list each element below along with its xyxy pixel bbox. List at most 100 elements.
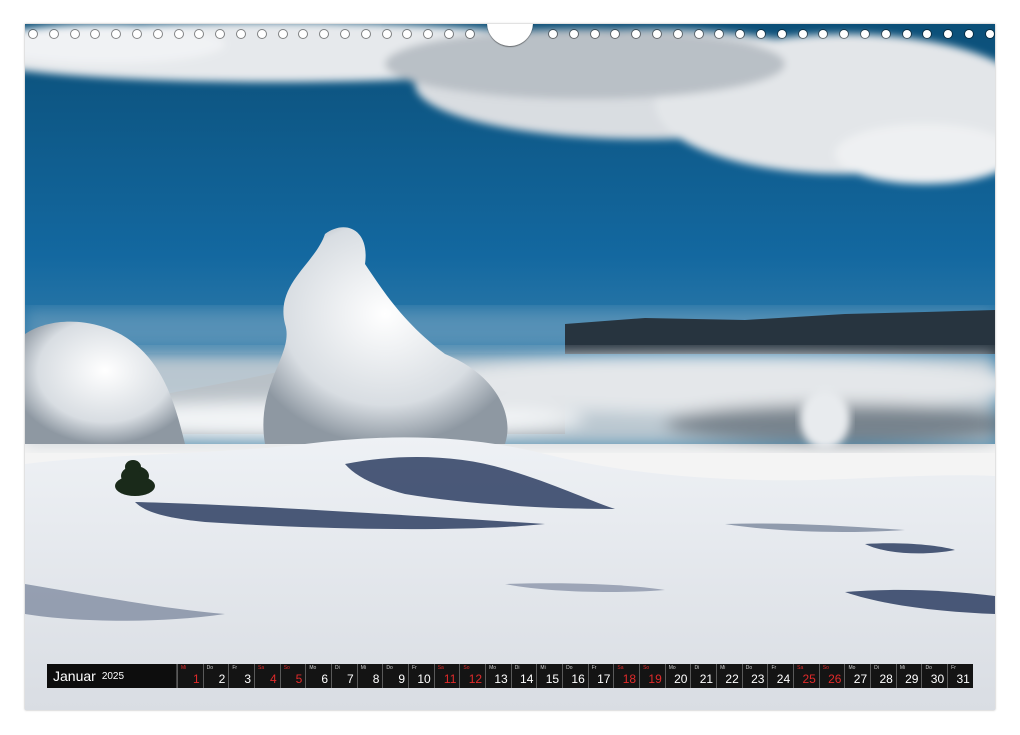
binding-ring: [341, 30, 349, 38]
day-number: 27: [853, 672, 868, 686]
day-cell: Sa 4: [254, 664, 280, 688]
weekday-label: Mi: [720, 665, 726, 671]
day-number: 8: [372, 672, 380, 686]
day-cell: Fr 24: [767, 664, 794, 688]
weekday-label: Mi: [899, 665, 906, 671]
weekday-label: Do: [925, 665, 932, 671]
day-cell: Fr 3: [228, 664, 255, 688]
binding-ring: [112, 30, 121, 38]
winter-landscape-photo: [25, 24, 995, 710]
day-number: 26: [828, 672, 842, 686]
weekday-label: So: [463, 665, 470, 671]
day-cell: So 19: [639, 664, 665, 688]
day-cell: Mi 8: [356, 664, 383, 688]
day-cell: Mi 15: [536, 664, 563, 688]
weekday-label: Fr: [412, 665, 417, 671]
day-cell: Do 23: [741, 664, 768, 688]
day-cell: Di 21: [690, 664, 717, 688]
day-number: 15: [545, 672, 560, 686]
day-cell: So 26: [818, 664, 845, 688]
binding-ring: [424, 30, 433, 38]
weekday-label: Sa: [797, 665, 804, 671]
day-number: 4: [270, 672, 277, 686]
binding-ring: [216, 30, 225, 38]
weekday-label: Fr: [232, 665, 238, 671]
day-number: 7: [347, 672, 354, 686]
day-number: 25: [802, 672, 816, 686]
binding-ring: [819, 30, 828, 38]
day-cell: Mo 20: [664, 664, 691, 688]
binding-ring: [715, 30, 724, 38]
weekday-label: So: [643, 665, 650, 671]
weekday-label: Do: [745, 665, 753, 671]
day-number: 9: [398, 672, 406, 686]
binding-ring: [757, 30, 765, 38]
binding-ring: [840, 30, 849, 38]
day-number: 24: [776, 672, 791, 686]
binding-ring: [403, 30, 412, 38]
binding-ring: [611, 30, 620, 38]
day-cell: So 5: [279, 664, 306, 688]
day-number: 11: [443, 672, 457, 686]
day-number: 16: [571, 672, 585, 686]
binding-ring: [445, 30, 453, 38]
day-cell: So 12: [459, 664, 486, 688]
day-cell: Mo 13: [485, 664, 511, 688]
day-cell: Mi 1: [177, 664, 203, 688]
day-number: 14: [520, 672, 534, 686]
weekday-label: Di: [335, 665, 340, 671]
weekday-label: So: [283, 665, 290, 671]
day-cell: Mi 29: [895, 664, 922, 688]
binding-ring: [549, 30, 557, 38]
day-number: 12: [468, 672, 483, 686]
day-number: 23: [751, 672, 765, 686]
weekday-label: Mo: [489, 665, 497, 671]
weekday-label: Fr: [591, 665, 597, 671]
weekday-label: Fr: [771, 665, 777, 671]
day-cell: Do 30: [921, 664, 948, 688]
day-cell: Fr 10: [408, 664, 434, 688]
day-cell: Di 28: [870, 664, 896, 688]
binding-ring: [777, 30, 786, 38]
day-number: 18: [622, 672, 637, 686]
day-number: 3: [244, 672, 252, 686]
binding-ring: [985, 30, 994, 38]
day-cell: Fr 17: [587, 664, 614, 688]
day-number: 10: [417, 672, 431, 686]
weekday-label: Mo: [848, 665, 856, 671]
binding-ring: [70, 30, 79, 38]
binding-ring: [944, 30, 953, 38]
weekday-label: Mi: [360, 665, 366, 671]
binding-ring: [861, 30, 869, 38]
day-number: 20: [674, 672, 688, 686]
month-name: Januar: [53, 668, 96, 684]
weekday-label: Do: [566, 665, 573, 671]
binding-ring: [923, 30, 932, 38]
binding-ring: [881, 30, 890, 38]
binding-ring: [49, 30, 58, 38]
binding-ring: [382, 30, 391, 38]
binding-ring: [237, 30, 245, 38]
binding-ring: [299, 30, 308, 38]
weekday-label: Mi: [540, 665, 546, 671]
binding-ring: [278, 30, 287, 38]
weekday-label: Sa: [258, 665, 265, 671]
day-cell: Sa 18: [613, 664, 640, 688]
day-number: 21: [699, 672, 714, 686]
calendar-strip: Januar 2025 Mi 1 Do 2 Fr 3 Sa 4 So 5 Mo 6 Di 7 Mi 8 Do 9 F…: [47, 664, 973, 688]
day-number: 28: [879, 672, 893, 686]
binding-ring: [29, 30, 37, 38]
days-row: Mi 1 Do 2 Fr 3 Sa 4 So 5 Mo 6 Di 7 Mi 8 Do 9 Fr 10 Sa 11 So 12 M…: [177, 664, 973, 688]
day-cell: Sa 11: [433, 664, 460, 688]
day-cell: Mi 22: [716, 664, 742, 688]
day-number: 13: [494, 672, 508, 686]
weekday-label: Do: [386, 665, 393, 671]
binding-ring: [361, 30, 370, 38]
weekday-label: Fr: [951, 665, 956, 671]
binding-ring: [569, 30, 578, 38]
binding-ring: [965, 30, 973, 38]
binding-ring: [736, 30, 745, 38]
month-label: Januar 2025: [47, 664, 177, 688]
binding-ring: [133, 30, 141, 38]
weekday-label: Mo: [668, 665, 676, 671]
